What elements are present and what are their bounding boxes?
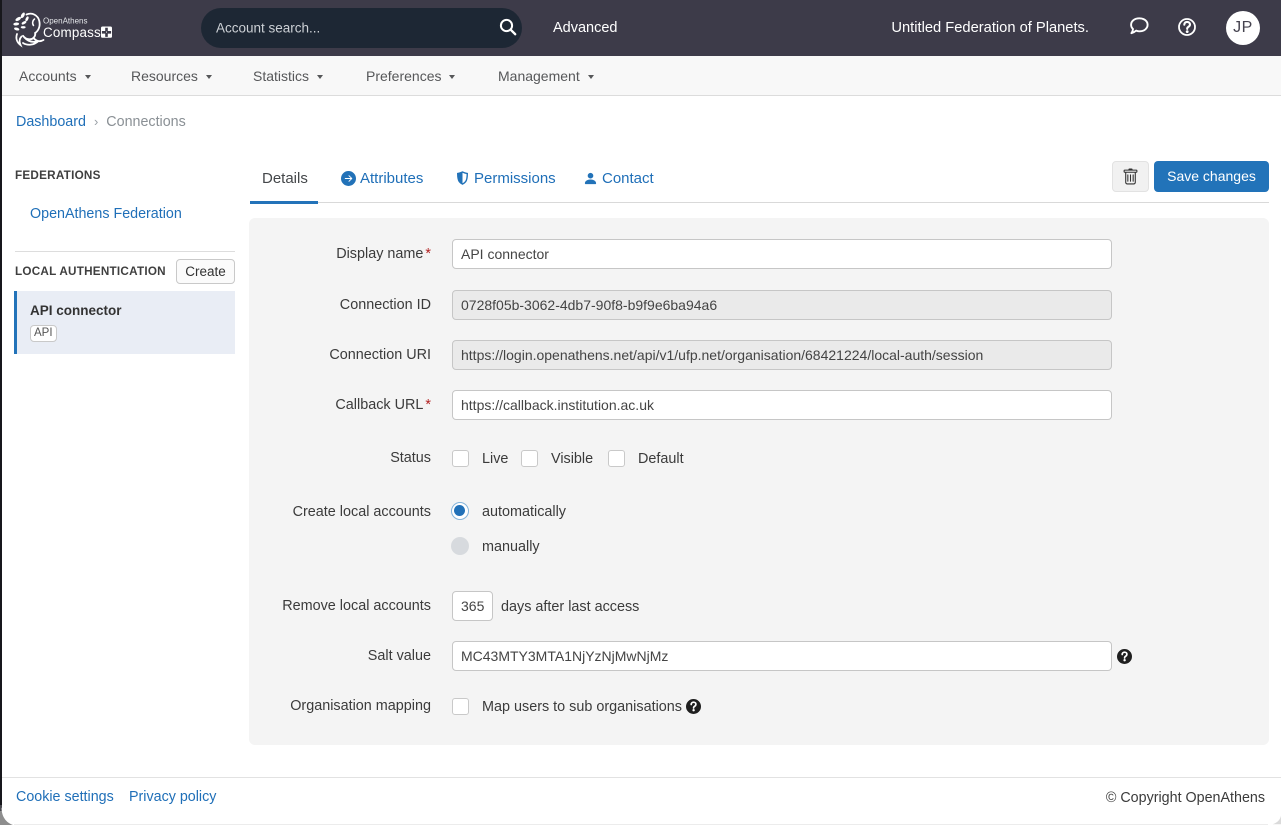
svg-text:OpenAthens: OpenAthens bbox=[43, 16, 87, 25]
svg-text:Compass: Compass bbox=[43, 25, 101, 40]
